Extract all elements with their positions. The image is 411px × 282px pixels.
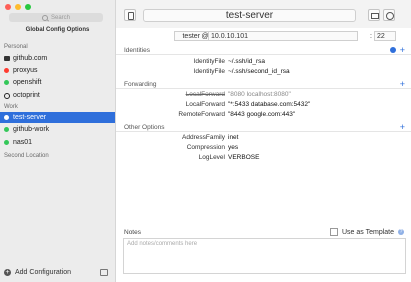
main-panel: test-server tester @ 10.0.10.101 : 22 Id… <box>116 0 411 282</box>
add-configuration-label: Add Configuration <box>15 269 72 276</box>
option-key: LocalForward <box>185 101 225 108</box>
close-window-button[interactable] <box>5 4 11 10</box>
status-red-icon <box>4 68 9 73</box>
add-forwarding-button[interactable]: + <box>400 80 405 89</box>
search-placeholder: Search <box>50 14 70 21</box>
window-controls <box>5 4 31 10</box>
option-key: LogLevel <box>198 154 225 161</box>
status-white-icon <box>4 115 9 120</box>
option-key: LocalForward <box>185 91 225 98</box>
section-title: Identities <box>124 46 151 54</box>
zoom-window-button[interactable] <box>25 4 31 10</box>
add-identity-button[interactable]: + <box>400 46 405 55</box>
host-label: github-work <box>13 126 50 133</box>
section-forwarding: Forwarding + <box>116 80 411 89</box>
host-item-github-work[interactable]: github-work <box>0 124 115 135</box>
search-input[interactable]: Search <box>9 13 103 22</box>
host-item-test-server[interactable]: test-server <box>0 112 115 123</box>
connect-button[interactable] <box>124 9 136 21</box>
option-row[interactable]: AddressFamily inet <box>116 134 411 143</box>
host-label: github.com <box>13 55 48 62</box>
hostname-field[interactable]: 10.0.10.101 <box>208 31 358 41</box>
export-icon[interactable] <box>100 269 108 276</box>
option-key: RemoteForward <box>178 111 225 118</box>
section-title: Other Options <box>124 123 165 131</box>
forwarding-row[interactable]: LocalForward "*:5433 database.com:5432" <box>116 101 411 110</box>
host-item-github-com[interactable]: github.com <box>0 53 115 64</box>
status-green-icon <box>4 127 9 132</box>
help-icon[interactable]: ? <box>398 229 405 235</box>
host-label: openshift <box>13 79 42 86</box>
host-label: octoprint <box>13 92 40 99</box>
section-header-personal: Personal <box>4 44 28 50</box>
toolbar: test-server <box>116 0 411 28</box>
address-row: tester @ 10.0.10.101 : 22 <box>116 31 411 41</box>
section-other-options: Other Options + <box>116 123 411 132</box>
section-header-work: Work <box>4 104 18 110</box>
add-configuration-button[interactable]: + Add Configuration <box>4 269 71 276</box>
option-key: IdentityFile <box>193 68 225 75</box>
identity-row[interactable]: IdentityFile ~/.ssh/second_id_rsa <box>116 68 411 77</box>
notes-textarea[interactable]: Add notes/comments here <box>123 238 406 274</box>
forwarding-row[interactable]: RemoteForward "8443 google.com:443" <box>116 111 411 120</box>
host-label: proxyus <box>13 67 38 74</box>
notes-title: Notes <box>124 229 141 236</box>
host-label: nas01 <box>13 139 33 146</box>
use-as-template-toggle[interactable]: Use as Template ? <box>330 228 405 236</box>
plus-icon: + <box>4 269 11 276</box>
section-identities: Identities + <box>116 46 411 55</box>
add-option-button[interactable]: + <box>400 123 405 132</box>
option-value: yes <box>228 144 239 151</box>
host-item-nas01[interactable]: nas01 <box>0 137 115 148</box>
search-icon <box>41 14 48 21</box>
terminal-button[interactable] <box>368 9 380 21</box>
section-title: Forwarding <box>124 80 157 88</box>
status-green-icon <box>4 80 9 85</box>
port-field[interactable]: 22 <box>374 31 396 41</box>
use-as-template-label: Use as Template <box>342 228 395 236</box>
forwarding-row-disabled[interactable]: LocalForward "8080 localhost:8080" <box>116 91 411 100</box>
check-icon <box>390 47 396 53</box>
global-config-options[interactable]: Global Config Options <box>0 27 115 33</box>
option-value: ~/.ssh/id_rsa <box>228 58 266 65</box>
option-row[interactable]: LogLevel VERBOSE <box>116 154 411 163</box>
settings-button[interactable] <box>383 9 395 21</box>
use-as-template-checkbox[interactable] <box>330 228 338 236</box>
host-item-openshift[interactable]: openshift <box>0 77 115 88</box>
option-value: ~/.ssh/second_id_rsa <box>228 68 290 75</box>
option-value: "8080 localhost:8080" <box>228 91 291 98</box>
user-field[interactable]: tester <box>174 31 202 41</box>
host-title[interactable]: test-server <box>143 9 356 22</box>
octoprint-icon <box>4 92 10 99</box>
option-value: VERBOSE <box>228 154 260 161</box>
notes-placeholder: Add notes/comments here <box>127 241 198 247</box>
status-green-icon <box>4 140 9 145</box>
section-header-second-location: Second Location <box>4 153 49 159</box>
option-value: "*:5433 database.com:5432" <box>228 101 311 108</box>
host-item-octoprint[interactable]: octoprint <box>0 90 115 101</box>
host-label: test-server <box>13 114 47 121</box>
option-value: "8443 google.com:443" <box>228 111 296 118</box>
option-key: IdentityFile <box>193 58 225 65</box>
identity-row[interactable]: IdentityFile ~/.ssh/id_rsa <box>116 58 411 67</box>
host-item-proxyus[interactable]: proxyus <box>0 65 115 76</box>
option-row[interactable]: Compression yes <box>116 144 411 153</box>
sidebar: Search Global Config Options Personal gi… <box>0 0 116 282</box>
option-key: Compression <box>186 144 225 151</box>
minimize-window-button[interactable] <box>15 4 21 10</box>
option-value: inet <box>228 134 239 141</box>
option-key: AddressFamily <box>182 134 225 141</box>
github-icon <box>4 56 10 61</box>
